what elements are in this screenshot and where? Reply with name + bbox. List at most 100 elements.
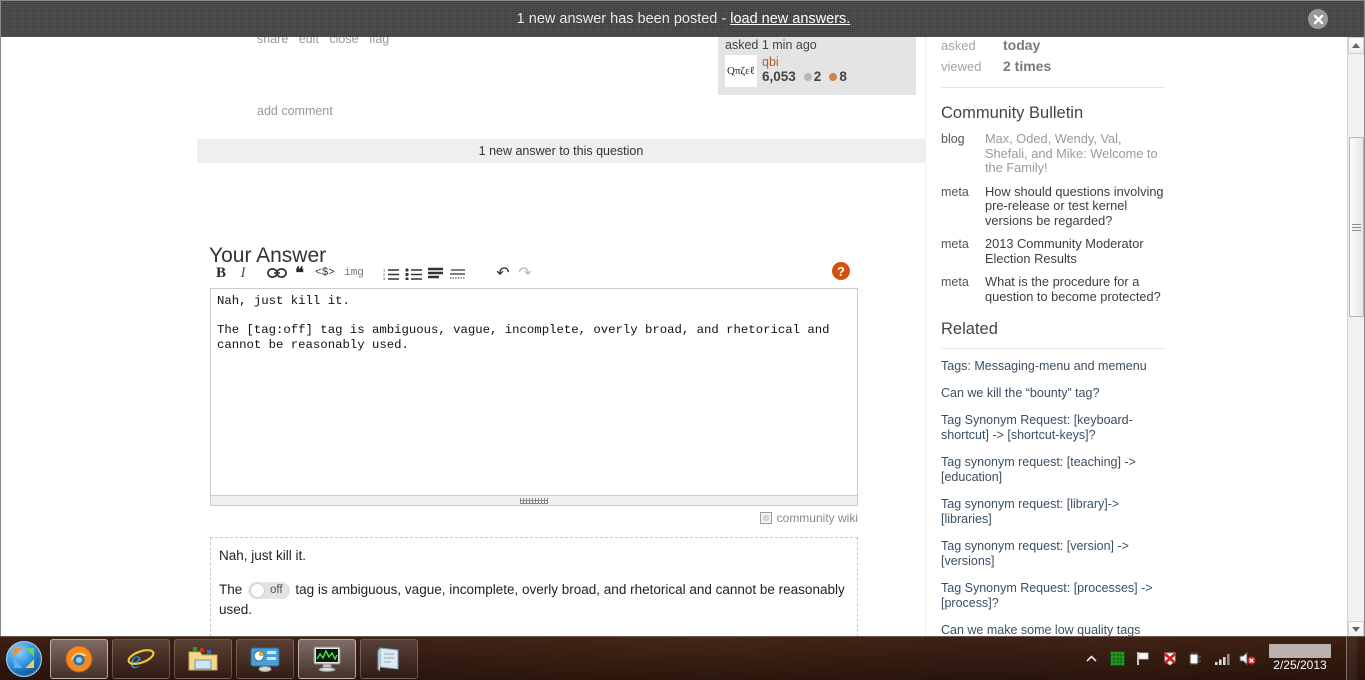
editor-help-icon[interactable]: ? [832, 262, 850, 280]
list-item[interactable]: Tag synonym request: [library]-> [librar… [941, 491, 1165, 533]
italic-button[interactable]: I [232, 263, 254, 283]
clock-time-blurred [1269, 644, 1331, 658]
clock-date: 2/25/2013 [1273, 658, 1327, 672]
add-comment-link[interactable]: add comment [257, 104, 333, 118]
stat-row-viewed: viewed 2 times [941, 56, 1165, 77]
scrollbar-thumb[interactable] [1349, 137, 1364, 317]
answer-preview: Nah, just kill it. The off tag is ambigu… [210, 537, 858, 636]
undo-button[interactable]: ↶ [492, 263, 514, 283]
related-list: Tags: Messaging-menu and memenu Can we k… [941, 348, 1165, 636]
load-new-answers-link[interactable]: load new answers. [730, 11, 850, 27]
community-wiki-label: community wiki [776, 511, 858, 525]
list-item: meta How should questions involving pre-… [941, 184, 1165, 229]
bulletin-link[interactable]: How should questions involving pre-relea… [985, 184, 1165, 229]
taskbar-item-firefox[interactable] [50, 638, 108, 679]
question-asker-card: asked 1 min ago Qπζεℓ qbi 6,053 2 8 [718, 33, 916, 95]
close-icon[interactable] [1308, 9, 1328, 29]
stat-row-asked: asked today [941, 35, 1165, 56]
list-item[interactable]: Can we make some low quality tags synony… [941, 617, 1165, 636]
main-column: share edit close flag asked 1 min ago Qπ… [197, 31, 1165, 636]
reputation-value: 6,053 [762, 69, 796, 84]
action-center-flag-icon[interactable] [1135, 650, 1152, 667]
community-bulletin-heading: Community Bulletin [941, 104, 1084, 122]
redo-button[interactable]: ↷ [514, 263, 536, 283]
bulletin-link[interactable]: 2013 Community Moderator Election Result… [985, 236, 1165, 266]
community-bulletin-list: blog Max, Oded, Wendy, Val, Shefali, and… [941, 131, 1165, 304]
page-scrollbar[interactable] [1347, 37, 1364, 636]
new-answer-notice-bar[interactable]: 1 new answer to this question [197, 139, 925, 163]
list-item: blog Max, Oded, Wendy, Val, Shefali, and… [941, 131, 1165, 176]
bulletin-link[interactable]: Max, Oded, Wendy, Val, Shefali, and Mike… [985, 131, 1165, 176]
desktop-screen: 1 new answer has been posted - load new … [0, 0, 1365, 680]
list-item[interactable]: Tags: Messaging-menu and memenu [941, 353, 1165, 380]
stat-value-asked: today [1003, 37, 1041, 53]
page-left-margin [1, 37, 197, 636]
asker-reputation-row: 6,053 2 8 [762, 69, 847, 84]
list-item[interactable]: Tag Synonym Request: [keyboard-shortcut]… [941, 407, 1165, 449]
bulletin-link[interactable]: What is the procedure for a question to … [985, 274, 1165, 304]
bold-button[interactable]: B [210, 263, 232, 283]
taskbar-clock[interactable]: 2/25/2013 [1269, 644, 1331, 673]
system-tray: 2/25/2013 [1083, 637, 1365, 680]
bulletin-tag: meta [941, 184, 969, 199]
power-plug-icon[interactable] [1187, 650, 1204, 667]
show-desktop-button[interactable] [1346, 637, 1357, 680]
right-sidebar: asked today viewed 2 times Community Bul… [941, 31, 1165, 636]
numbered-list-icon[interactable]: 1 2 3 [380, 263, 402, 283]
horizontal-rule-icon[interactable] [446, 263, 468, 283]
list-item[interactable]: Can we kill the “bounty” tag? [941, 380, 1165, 407]
code-button[interactable]: <$> [310, 263, 340, 283]
bulletin-tag: blog [941, 132, 965, 146]
answer-textarea[interactable] [210, 288, 858, 496]
taskbar-item-task-manager[interactable] [298, 638, 356, 679]
taskbar-item-notepad[interactable] [360, 638, 418, 679]
question-stats: asked today viewed 2 times [941, 31, 1165, 88]
scroll-down-icon[interactable] [1348, 621, 1364, 636]
toggle-state-label: off [270, 584, 283, 597]
antivirus-alert-icon[interactable] [1161, 650, 1178, 667]
list-item[interactable]: Tag Synonym Request: [processes] -> [pro… [941, 575, 1165, 617]
list-item[interactable]: Tag synonym request: [teaching] -> [educ… [941, 449, 1165, 491]
browser-window: 1 new answer has been posted - load new … [0, 0, 1365, 637]
page-content: share edit close flag asked 1 min ago Qπ… [1, 31, 1364, 636]
bronze-badge-icon [829, 72, 838, 81]
tag-toggle-widget[interactable]: off [248, 581, 290, 599]
notification-text: 1 new answer has been posted - [516, 11, 727, 27]
editor-toolbar: B I ❝ <$> img 1 2 3 ↶ ↷ ? [210, 259, 858, 287]
link-icon[interactable] [266, 263, 288, 283]
taskbar-item-internet-explorer[interactable]: e [112, 638, 170, 679]
avatar[interactable]: Qπζεℓ [725, 55, 757, 87]
preview-paragraph-1: Nah, just kill it. [219, 548, 307, 563]
stat-label-asked: asked [941, 38, 976, 53]
community-wiki-row: community wiki [210, 511, 858, 525]
bulletin-tag: meta [941, 275, 969, 289]
stat-label-viewed: viewed [941, 59, 982, 74]
windows-taskbar: e 2/25/2013 [0, 636, 1365, 680]
asker-username[interactable]: qbi [762, 55, 847, 69]
textarea-resize-grip[interactable] [210, 496, 858, 506]
related-heading: Related [941, 320, 998, 338]
green-grid-icon[interactable] [1109, 650, 1126, 667]
svg-text:3: 3 [383, 276, 386, 280]
new-answer-notification-bar: 1 new answer has been posted - load new … [1, 1, 1364, 37]
preview-text-before: The [219, 582, 243, 597]
volume-muted-icon[interactable] [1239, 650, 1256, 667]
bulleted-list-icon[interactable] [402, 263, 424, 283]
network-signal-icon[interactable] [1213, 650, 1230, 667]
heading-icon[interactable] [424, 263, 446, 283]
asked-timestamp: asked 1 min ago [725, 38, 817, 52]
taskbar-item-control-panel[interactable] [236, 638, 294, 679]
preview-paragraph-2: The off tag is ambiguous, vague, incompl… [219, 580, 849, 620]
windows-start-orb[interactable] [2, 640, 46, 678]
bronze-badge[interactable]: 8 [829, 69, 847, 84]
bulletin-tag: meta [941, 237, 969, 251]
scroll-up-icon[interactable] [1348, 37, 1364, 54]
taskbar-item-windows-explorer[interactable] [174, 638, 232, 679]
stat-value-viewed: 2 times [1003, 58, 1052, 74]
show-hidden-icons-chevron[interactable] [1083, 650, 1100, 667]
silver-badge[interactable]: 2 [803, 69, 821, 84]
blockquote-button[interactable]: ❝ [288, 263, 310, 283]
community-wiki-checkbox[interactable] [759, 512, 772, 524]
list-item[interactable]: Tag synonym request: [version] -> [versi… [941, 533, 1165, 575]
image-button[interactable]: img [340, 263, 368, 283]
